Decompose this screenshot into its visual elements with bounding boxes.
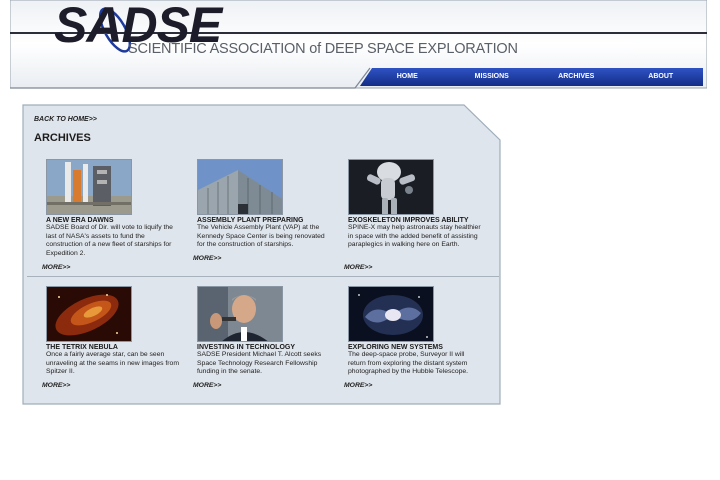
nav-about[interactable]: ABOUT (619, 68, 704, 88)
card-title[interactable]: THE TETRIX NEBULA (46, 344, 174, 351)
spiral-galaxy-image (349, 287, 433, 341)
card-description: Once a fairly average star, can be seen … (46, 351, 179, 376)
site-tagline: SCIENTIFIC ASSOCIATION of DEEP SPACE EXP… (128, 41, 518, 57)
archive-card: EXOSKELETON IMPROVES ABILITY SPINE-X may… (336, 159, 481, 250)
card-title[interactable]: ASSEMBLY PLANT PREPARING (197, 217, 325, 224)
nav-home[interactable]: HOME (365, 68, 450, 88)
card-thumbnail[interactable] (197, 286, 283, 342)
card-thumbnail[interactable] (348, 286, 434, 342)
card-description: The deep-space probe, Surveyor II will r… (348, 351, 469, 376)
card-description: SPINE-X may help astronauts stay healthi… (348, 224, 481, 249)
archive-card: THE TETRIX NEBULA Once a fairly average … (34, 286, 179, 377)
more-link[interactable]: MORE>> (344, 264, 372, 271)
row-divider (27, 276, 499, 277)
back-to-home-link[interactable]: BACK TO HOME>> (34, 116, 97, 123)
card-title[interactable]: INVESTING IN TECHNOLOGY (197, 344, 325, 351)
more-link[interactable]: MORE>> (193, 255, 221, 262)
more-link[interactable]: MORE>> (42, 264, 70, 271)
card-title[interactable]: EXPLORING NEW SYSTEMS (348, 344, 476, 351)
speaker-portrait-image (198, 287, 282, 341)
shuttle-launchpad-image (47, 160, 131, 214)
card-thumbnail[interactable] (348, 159, 434, 215)
archive-card: EXPLORING NEW SYSTEMS The deep-space pro… (336, 286, 476, 377)
card-description: SADSE President Michael T. Alcott seeks … (197, 351, 322, 376)
archives-panel: BACK TO HOME>> ARCHIVES A NEW ERA DAWNS … (22, 104, 502, 406)
card-thumbnail[interactable] (46, 159, 132, 215)
nav-missions[interactable]: MISSIONS (450, 68, 535, 88)
main-nav: HOME MISSIONS ARCHIVES ABOUT (365, 68, 703, 88)
site-header: SADSE SCIENTIFIC ASSOCIATION of DEEP SPA… (10, 0, 707, 90)
robotic-exoskeleton-image (349, 160, 433, 214)
nebula-image (47, 287, 131, 341)
card-title[interactable]: A NEW ERA DAWNS (46, 217, 174, 224)
assembly-building-image (198, 160, 282, 214)
more-link[interactable]: MORE>> (344, 382, 372, 389)
more-link[interactable]: MORE>> (193, 382, 221, 389)
archive-card: ASSEMBLY PLANT PREPARING The Vehicle Ass… (185, 159, 325, 250)
archive-card: INVESTING IN TECHNOLOGY SADSE President … (185, 286, 325, 377)
card-description: The Vehicle Assembly Plant (VAP) at the … (197, 224, 325, 249)
nav-archives[interactable]: ARCHIVES (534, 68, 619, 88)
more-link[interactable]: MORE>> (42, 382, 70, 389)
card-description: SADSE Board of Dir. will vote to liquify… (46, 224, 173, 257)
card-title[interactable]: EXOSKELETON IMPROVES ABILITY (348, 217, 476, 224)
page-title: ARCHIVES (34, 132, 91, 144)
card-thumbnail[interactable] (197, 159, 283, 215)
archive-card: A NEW ERA DAWNS SADSE Board of Dir. will… (34, 159, 174, 258)
card-thumbnail[interactable] (46, 286, 132, 342)
